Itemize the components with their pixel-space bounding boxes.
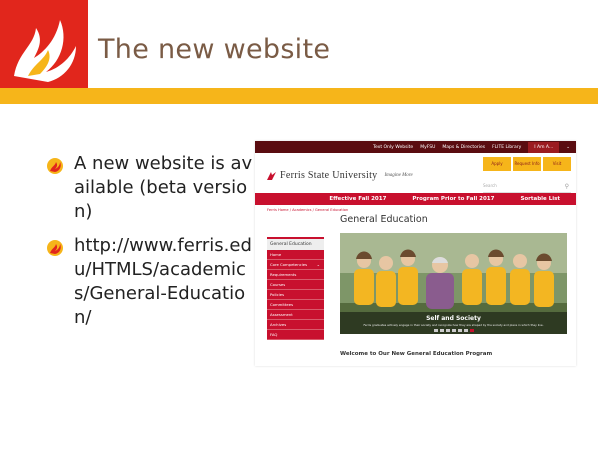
ferris-flame-logo xyxy=(267,171,276,180)
sidenav-label: Committees xyxy=(270,302,294,307)
sidenav-label: Courses xyxy=(270,282,286,287)
sidenav-label: Policies xyxy=(270,292,285,297)
nav-program-prior[interactable]: Program Prior to Fall 2017 xyxy=(412,196,494,202)
sidenav-label: Archives xyxy=(270,322,287,327)
nav-sortable-list[interactable]: Sortable List xyxy=(520,196,560,202)
hero-caption-text: Ferris graduates actively engage in thei… xyxy=(363,323,544,327)
i-am-a-menu[interactable]: I Am A... xyxy=(528,141,560,153)
website-program-nav: Effective Fall 2017 Program Prior to Fal… xyxy=(255,193,576,205)
page-heading: General Education xyxy=(340,214,428,225)
topbar-link-myfsu[interactable]: MyFSU xyxy=(420,145,435,150)
slide-title: The new website xyxy=(98,34,331,65)
i-am-a-label: I Am A... xyxy=(534,144,554,150)
visit-button[interactable]: Visit xyxy=(543,157,571,171)
search-input[interactable]: Search ⚲ xyxy=(483,183,571,193)
carousel-dot[interactable] xyxy=(445,329,450,332)
bullet-url-link[interactable]: http://www.ferris.edu/HTMLS/academics/Ge… xyxy=(74,234,254,330)
topbar-link-library[interactable]: FLITE Library xyxy=(492,145,521,150)
search-icon[interactable]: ⚲ xyxy=(565,183,569,190)
bullet-item: A new website is available (beta version… xyxy=(44,152,254,224)
header-rule-left xyxy=(0,88,88,104)
sidenav-label: Home xyxy=(270,252,282,257)
carousel-dot-active[interactable] xyxy=(469,329,474,332)
brand[interactable]: Ferris State University Imagine More xyxy=(267,170,413,181)
carousel-dot[interactable] xyxy=(439,329,444,332)
welcome-heading: Welcome to Our New General Education Pro… xyxy=(340,351,493,357)
chevron-down-icon: ⌄ xyxy=(316,262,320,267)
hero-carousel[interactable]: Self and Society Ferris graduates active… xyxy=(340,233,567,334)
request-info-button[interactable]: Request Info xyxy=(513,157,541,171)
breadcrumb[interactable]: Ferris Home / Academics / General Educat… xyxy=(267,208,348,212)
sidenav-label: FAQ xyxy=(270,332,278,337)
sidenav-item-committees[interactable]: Committees xyxy=(267,300,324,310)
bullet-item: http://www.ferris.edu/HTMLS/academics/Ge… xyxy=(44,234,254,330)
carousel-dot[interactable] xyxy=(433,329,438,332)
topbar-link-text-only[interactable]: Text Only Website xyxy=(373,145,413,150)
website-screenshot: Text Only Website MyFSU Maps & Directori… xyxy=(255,141,576,366)
sidenav-label: Core Competencies xyxy=(270,262,308,267)
hero-caption-title: Self and Society xyxy=(426,315,481,322)
bullet-list: A new website is available (beta version… xyxy=(44,152,254,340)
sidenav-title: General Education xyxy=(267,237,324,250)
apply-button[interactable]: Apply xyxy=(483,157,511,171)
sidenav-item-courses[interactable]: Courses xyxy=(267,280,324,290)
carousel-dot[interactable] xyxy=(457,329,462,332)
carousel-dot[interactable] xyxy=(451,329,456,332)
flame-bullet-icon xyxy=(47,240,63,256)
flame-logo-icon xyxy=(14,20,76,82)
slide: The new website A new website is availab… xyxy=(0,0,598,451)
sidenav-item-archives[interactable]: Archives xyxy=(267,320,324,330)
header-rule xyxy=(88,88,598,104)
sidenav-item-policies[interactable]: Policies xyxy=(267,290,324,300)
sidenav-label: Assessment xyxy=(270,312,293,317)
sidenav-item-assessment[interactable]: Assessment xyxy=(267,310,324,320)
carousel-dots xyxy=(340,329,567,332)
topbar-link-maps[interactable]: Maps & Directories xyxy=(442,145,485,150)
search-placeholder: Search xyxy=(483,183,497,188)
sidenav-item-faq[interactable]: FAQ xyxy=(267,330,324,340)
sidenav-label: Requirements xyxy=(270,272,297,277)
flame-bullet-icon xyxy=(47,158,63,174)
sidenav-item-core-competencies[interactable]: Core Competencies ⌄ xyxy=(267,260,324,270)
hero-caption: Self and Society Ferris graduates active… xyxy=(340,312,567,334)
website-topbar: Text Only Website MyFSU Maps & Directori… xyxy=(255,141,576,153)
carousel-dot[interactable] xyxy=(463,329,468,332)
chevron-down-icon[interactable]: ⌄ xyxy=(566,145,570,150)
nav-effective-fall-2017[interactable]: Effective Fall 2017 xyxy=(329,196,386,202)
side-navigation: General Education Home Core Competencies… xyxy=(267,237,324,340)
bullet-text: A new website is available (beta version… xyxy=(74,153,253,222)
website-brandbar: Ferris State University Imagine More App… xyxy=(255,153,576,193)
brand-name: Ferris State University xyxy=(280,170,378,181)
brand-tagline: Imagine More xyxy=(384,173,413,178)
sidenav-item-home[interactable]: Home xyxy=(267,250,324,260)
sidenav-item-requirements[interactable]: Requirements xyxy=(267,270,324,280)
